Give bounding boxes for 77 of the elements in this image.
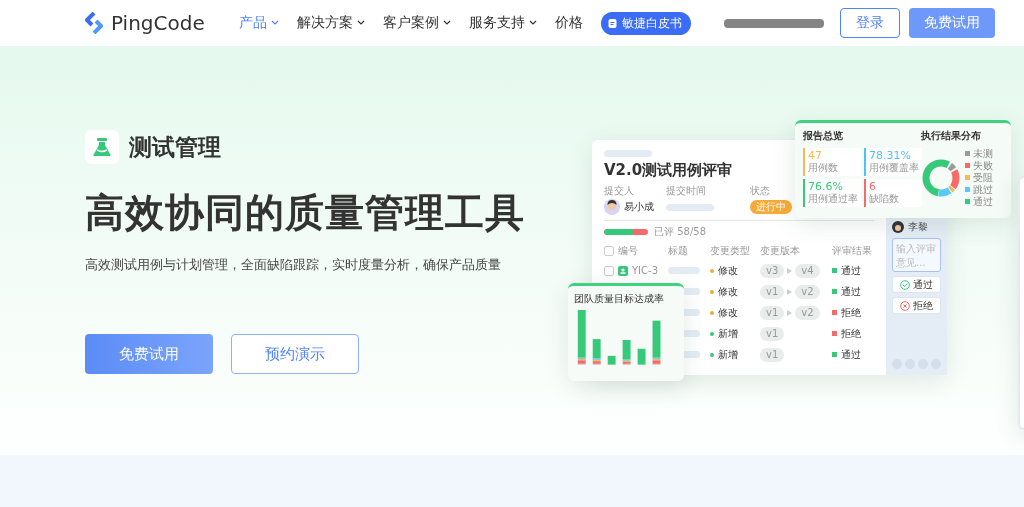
flask-icon bbox=[85, 130, 119, 164]
demo-button[interactable]: 预约演示 bbox=[231, 334, 359, 374]
case-icon bbox=[618, 265, 628, 276]
placeholder-bar bbox=[604, 150, 652, 157]
stat-label: 用例通过率 bbox=[808, 193, 858, 205]
stat-label: 缺陷数 bbox=[869, 193, 900, 205]
reviewer-name: 李黎 bbox=[908, 220, 928, 234]
card-title: 报告总览 bbox=[803, 129, 844, 143]
change-type: 新增 bbox=[718, 348, 738, 361]
nav-item[interactable]: 产品 bbox=[238, 14, 279, 32]
progress-text: 已评 58/58 bbox=[654, 226, 706, 238]
legend-label: 通过 bbox=[973, 196, 993, 207]
status-badge: 进行中 bbox=[750, 200, 792, 214]
change-type: 新增 bbox=[718, 327, 738, 340]
logo-text[interactable]: PingCode bbox=[111, 11, 205, 35]
card-title: 执行结果分布 bbox=[921, 129, 982, 143]
version-tag: v1 bbox=[760, 284, 785, 299]
login-button[interactable]: 登录 bbox=[840, 8, 900, 38]
stat-label: 用例数 bbox=[808, 162, 839, 174]
nav-item[interactable]: 价格 bbox=[554, 14, 583, 32]
placeholder-bar bbox=[666, 203, 714, 211]
checkbox[interactable] bbox=[604, 246, 614, 256]
nav-item[interactable]: 服务支持 bbox=[468, 14, 537, 32]
column-header: 标题 bbox=[668, 245, 689, 257]
legend-label: 受阻 bbox=[973, 172, 993, 183]
stat-value: 78.31% bbox=[869, 149, 912, 162]
checkbox[interactable] bbox=[604, 265, 614, 276]
legend-label: 失败 bbox=[973, 160, 993, 171]
review-result: 拒绝 bbox=[841, 306, 861, 319]
card-title: 团队质量目标达成率 bbox=[574, 292, 665, 306]
whitepaper-badge[interactable]: 敏捷白皮书 bbox=[600, 11, 691, 35]
change-type: 修改 bbox=[718, 306, 738, 319]
field-label: 状态 bbox=[750, 185, 770, 197]
column-header: 变更类型 bbox=[710, 245, 751, 257]
stat-value: 76.6% bbox=[808, 180, 844, 193]
legend-label: 跳过 bbox=[973, 184, 993, 195]
arrow-icon bbox=[787, 309, 793, 316]
column-header: 评审结果 bbox=[832, 245, 873, 257]
legend-label: 未测 bbox=[973, 148, 993, 159]
arrow-icon bbox=[787, 288, 793, 295]
column-header: 变更版本 bbox=[760, 245, 801, 257]
field-label: 提交人 bbox=[604, 185, 634, 197]
case-id: YIC-3 bbox=[632, 264, 658, 277]
submitter-name: 易小成 bbox=[624, 201, 654, 213]
product-title: 测试管理 bbox=[129, 132, 221, 162]
stat-label: 用例覆盖率 bbox=[869, 162, 919, 174]
approve-button[interactable]: 通过 bbox=[892, 276, 941, 293]
field-label: 提交时间 bbox=[666, 185, 706, 197]
column-header: 编号 bbox=[618, 245, 638, 257]
review-result: 通过 bbox=[841, 348, 861, 361]
arrow-icon bbox=[787, 267, 793, 274]
version-tag: v1 bbox=[760, 326, 785, 341]
stat-value: 47 bbox=[808, 149, 823, 162]
version-tag: v2 bbox=[795, 284, 820, 299]
version-tag: v3 bbox=[760, 263, 785, 278]
close-circle-icon bbox=[900, 300, 910, 311]
version-tag: v1 bbox=[760, 347, 785, 362]
check-circle-icon bbox=[900, 279, 910, 290]
reject-button[interactable]: 拒绝 bbox=[892, 297, 941, 314]
placeholder-bar bbox=[668, 267, 700, 274]
change-type: 修改 bbox=[718, 285, 738, 298]
review-result: 通过 bbox=[841, 264, 861, 277]
review-result: 通过 bbox=[841, 285, 861, 298]
logo-icon bbox=[85, 12, 105, 34]
version-tag: v2 bbox=[795, 305, 820, 320]
version-tag: v1 bbox=[760, 305, 785, 320]
avatar-icon bbox=[892, 221, 904, 233]
version-tag: v4 bbox=[795, 263, 820, 278]
change-type: 修改 bbox=[718, 264, 738, 277]
headline: 高效协同的质量管理工具 bbox=[85, 189, 525, 237]
review-result: 拒绝 bbox=[841, 327, 861, 340]
subtitle: 高效测试用例与计划管理，全面缺陷跟踪，实时度量分析，确保产品质量 bbox=[85, 256, 501, 274]
nav-item[interactable]: 解决方案 bbox=[296, 14, 365, 32]
nav-item[interactable]: 客户案例 bbox=[382, 14, 451, 32]
avatar-icon bbox=[604, 199, 620, 215]
stat-value: 6 bbox=[869, 180, 877, 193]
card-title: V2.0测试用例评审 bbox=[604, 161, 733, 179]
